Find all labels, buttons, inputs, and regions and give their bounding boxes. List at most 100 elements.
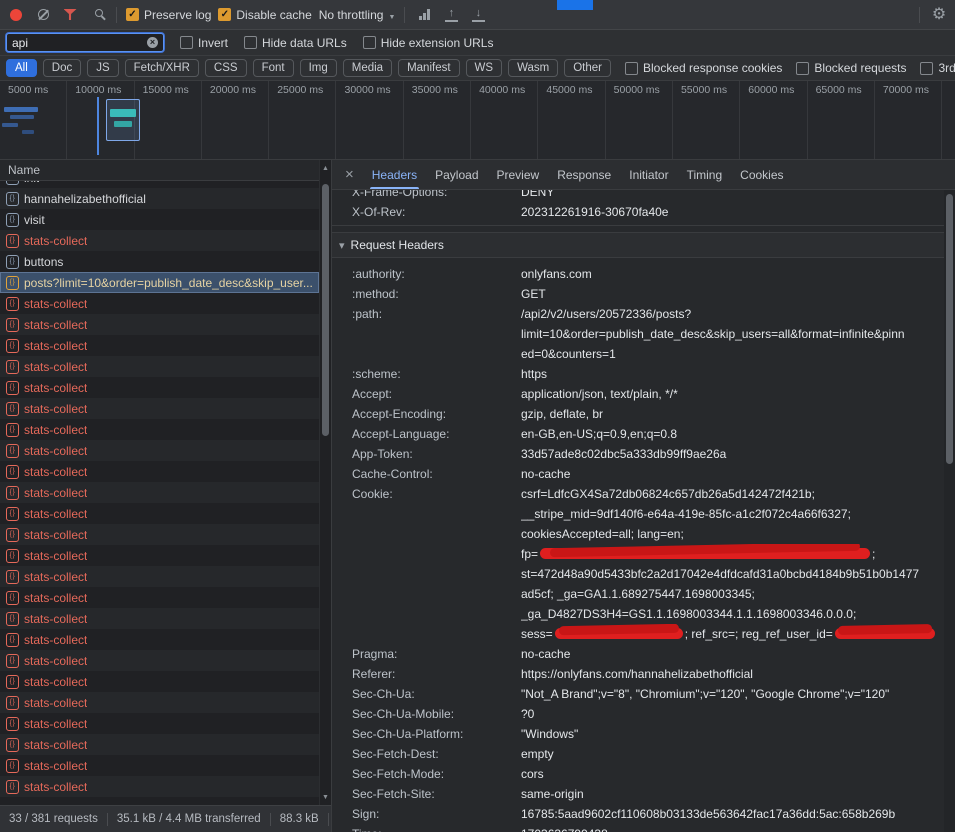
type-filter-css[interactable]: CSS <box>205 59 247 77</box>
network-conditions-button[interactable] <box>414 5 434 25</box>
overview-activity-bar <box>2 123 18 127</box>
request-type-icon <box>6 181 19 185</box>
blocked-response-cookies-checkbox[interactable]: Blocked response cookies <box>625 61 782 75</box>
requests-scrollbar[interactable] <box>319 160 331 805</box>
details-scrollbar[interactable] <box>944 190 955 832</box>
request-row[interactable]: stats-collect <box>0 650 319 671</box>
type-filter-all[interactable]: All <box>6 59 37 77</box>
type-filter-img[interactable]: Img <box>300 59 337 77</box>
header-name: :method: <box>332 284 521 304</box>
request-row[interactable]: stats-collect <box>0 356 319 377</box>
request-name: stats-collect <box>24 717 87 731</box>
request-row[interactable]: stats-collect <box>0 461 319 482</box>
header-row: Sec-Fetch-Dest:empty <box>332 744 944 764</box>
export-har-button[interactable] <box>468 5 488 25</box>
header-value-line: empty <box>521 744 938 764</box>
overview-activity-bar <box>10 115 34 119</box>
clear-network-log-button[interactable] <box>33 5 53 25</box>
record-button[interactable] <box>6 5 26 25</box>
request-row[interactable]: stats-collect <box>0 419 319 440</box>
request-row[interactable]: stats-collect <box>0 608 319 629</box>
request-row[interactable]: stats-collect <box>0 503 319 524</box>
request-row[interactable]: stats-collect <box>0 713 319 734</box>
type-filter-media[interactable]: Media <box>343 59 392 77</box>
clear-filter-icon[interactable] <box>147 37 158 48</box>
clear-icon <box>38 9 49 20</box>
name-column-header[interactable]: Name <box>0 160 331 181</box>
close-details-icon[interactable]: × <box>336 160 363 189</box>
request-row[interactable]: stats-collect <box>0 377 319 398</box>
header-name: App-Token: <box>332 444 521 464</box>
search-button[interactable] <box>87 5 107 25</box>
request-row[interactable]: stats-collect <box>0 524 319 545</box>
request-row[interactable]: stats-collect <box>0 776 319 797</box>
tab-cookies[interactable]: Cookies <box>731 160 792 189</box>
preserve-log-checkbox[interactable]: Preserve log <box>126 8 211 22</box>
request-row[interactable]: stats-collect <box>0 314 319 335</box>
network-overview[interactable]: 5000 ms10000 ms15000 ms20000 ms25000 ms3… <box>0 81 955 160</box>
tab-response[interactable]: Response <box>548 160 620 189</box>
type-filter-ws[interactable]: WS <box>466 59 503 77</box>
invert-checkbox[interactable]: Invert <box>180 36 228 50</box>
disable-cache-checkbox[interactable]: Disable cache <box>218 8 311 22</box>
type-filter-manifest[interactable]: Manifest <box>398 59 459 77</box>
request-row[interactable]: posts?limit=10&order=publish_date_desc&s… <box>0 272 319 293</box>
section-title: Request Headers <box>351 238 444 252</box>
type-filter-js[interactable]: JS <box>87 59 118 77</box>
request-row[interactable]: stats-collect <box>0 398 319 419</box>
tab-headers[interactable]: Headers <box>363 160 426 189</box>
scrollbar-thumb[interactable] <box>946 194 953 464</box>
request-row[interactable]: stats-collect <box>0 671 319 692</box>
type-filter-fetch-xhr[interactable]: Fetch/XHR <box>125 59 199 77</box>
request-row[interactable]: stats-collect <box>0 734 319 755</box>
header-value-line: ed=0&counters=1 <box>521 344 938 364</box>
filter-input[interactable] <box>12 36 143 50</box>
throttling-select[interactable]: No throttling <box>319 8 396 22</box>
request-row[interactable]: stats-collect <box>0 335 319 356</box>
overview-time-label: 50000 ms <box>606 81 673 159</box>
settings-button[interactable] <box>929 5 949 25</box>
request-row[interactable]: stats-collect <box>0 293 319 314</box>
request-row[interactable]: stats-collect <box>0 545 319 566</box>
tab-payload[interactable]: Payload <box>426 160 487 189</box>
scroll-up-icon[interactable] <box>320 162 331 174</box>
request-row[interactable]: init <box>0 181 319 188</box>
request-row[interactable]: stats-collect <box>0 629 319 650</box>
overview-selection-window[interactable] <box>106 99 140 141</box>
tab-timing[interactable]: Timing <box>678 160 732 189</box>
request-row[interactable]: stats-collect <box>0 566 319 587</box>
tab-preview[interactable]: Preview <box>488 160 549 189</box>
type-filter-font[interactable]: Font <box>253 59 294 77</box>
redaction-scribble <box>555 628 683 639</box>
request-headers-section[interactable]: Request Headers <box>332 232 944 258</box>
header-name: Sec-Fetch-Site: <box>332 784 521 804</box>
request-row[interactable]: stats-collect <box>0 587 319 608</box>
scrollbar-thumb[interactable] <box>322 184 329 436</box>
hide-extension-urls-checkbox[interactable]: Hide extension URLs <box>363 36 494 50</box>
request-row[interactable]: stats-collect <box>0 230 319 251</box>
third-party-requests-checkbox[interactable]: 3rd-party requests <box>920 61 955 75</box>
request-name: stats-collect <box>24 780 87 794</box>
header-value-line: cors <box>521 764 938 784</box>
header-row: Accept-Encoding:gzip, deflate, br <box>332 404 944 424</box>
import-har-button[interactable] <box>441 5 461 25</box>
blocked-requests-checkbox[interactable]: Blocked requests <box>796 61 906 75</box>
request-row[interactable]: stats-collect <box>0 440 319 461</box>
request-row[interactable]: buttons <box>0 251 319 272</box>
request-row[interactable]: stats-collect <box>0 755 319 776</box>
request-row[interactable]: visit <box>0 209 319 230</box>
type-filter-other[interactable]: Other <box>564 59 611 77</box>
transferred-size: 35.1 kB / 4.4 MB transferred <box>108 813 271 826</box>
hide-data-urls-checkbox[interactable]: Hide data URLs <box>244 36 347 50</box>
request-row[interactable]: hannahelizabethofficial <box>0 188 319 209</box>
type-filter-doc[interactable]: Doc <box>43 59 81 77</box>
scroll-down-icon[interactable] <box>320 791 331 803</box>
type-filter-bar: All Doc JS Fetch/XHR CSS Font Img Media Manifest… <box>0 56 955 81</box>
request-row[interactable]: stats-collect <box>0 482 319 503</box>
request-row[interactable]: stats-collect <box>0 692 319 713</box>
header-value: onlyfans.com <box>521 264 944 284</box>
filter-toggle-button[interactable] <box>60 5 80 25</box>
header-value-line: st=472d48a90d5433bfc2a2d17042e4dfdcafd31… <box>521 564 938 584</box>
tab-initiator[interactable]: Initiator <box>620 160 677 189</box>
type-filter-wasm[interactable]: Wasm <box>508 59 558 77</box>
